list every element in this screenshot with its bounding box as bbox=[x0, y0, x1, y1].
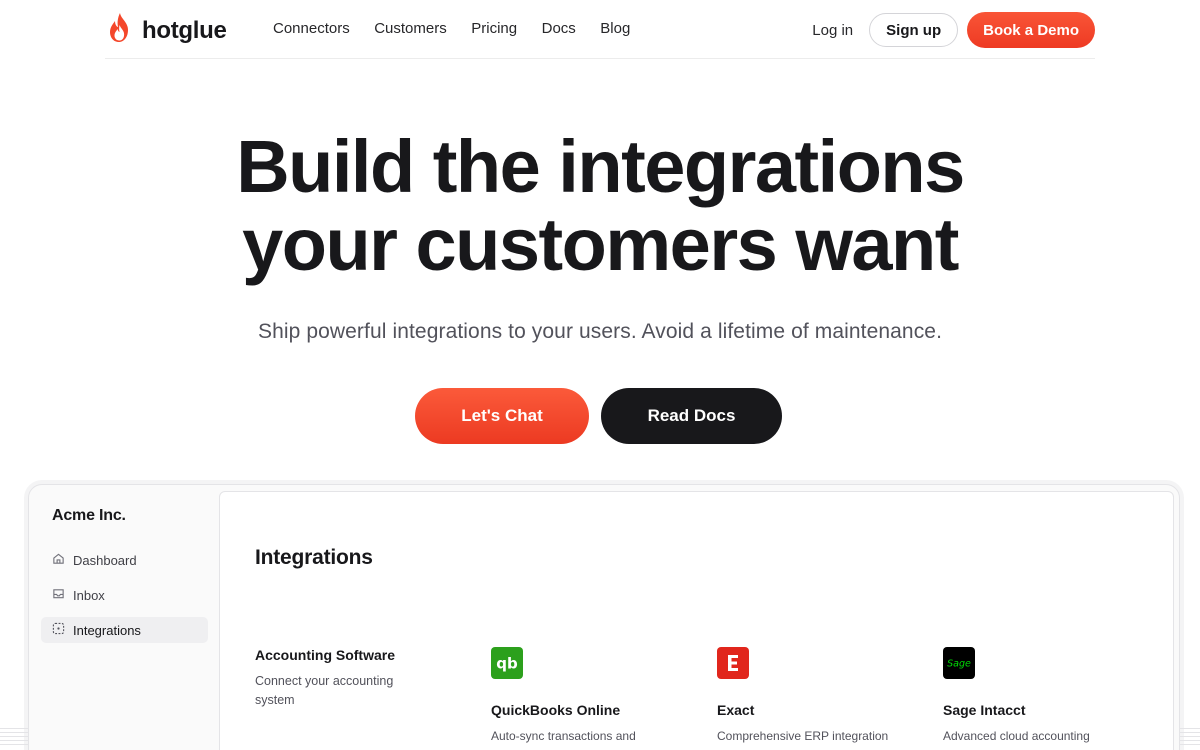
sage-icon: Sage bbox=[943, 647, 975, 679]
category-title: Accounting Software bbox=[255, 647, 396, 663]
integration-description: Advanced cloud accounting bbox=[943, 729, 1090, 743]
integration-card-quickbooks[interactable]: qb QuickBooks Online Auto-sync transacti… bbox=[491, 647, 691, 745]
login-link[interactable]: Log in bbox=[812, 22, 853, 39]
home-icon bbox=[52, 552, 73, 568]
flame-icon bbox=[107, 12, 133, 49]
hero-cta-group: Let's Chat Read Docs bbox=[415, 388, 782, 444]
sidebar-item-inbox[interactable]: Inbox bbox=[41, 582, 208, 608]
category-description: Connect your accounting system bbox=[255, 674, 394, 707]
integration-card-sage[interactable]: Sage Sage Intacct Advanced cloud account… bbox=[943, 647, 1143, 745]
svg-text:qb: qb bbox=[496, 655, 518, 673]
brand-name: hotglue bbox=[142, 16, 227, 44]
decorative-lines-right bbox=[1180, 728, 1200, 750]
sidebar-item-label: Dashboard bbox=[73, 552, 137, 568]
integrations-panel: Integrations Accounting Software Connect… bbox=[219, 491, 1174, 750]
integration-description: Comprehensive ERP integration bbox=[717, 729, 889, 743]
quickbooks-icon: qb bbox=[491, 647, 523, 679]
app-preview: Acme Inc. Dashboard Inbox Integrations I… bbox=[28, 484, 1180, 750]
nav-link-customers[interactable]: Customers bbox=[374, 20, 447, 37]
hero-title: Build the integrations your customers wa… bbox=[0, 128, 1200, 284]
signup-button[interactable]: Sign up bbox=[869, 13, 959, 47]
integration-name: Sage Intacct bbox=[943, 702, 1026, 718]
inbox-icon bbox=[52, 587, 73, 603]
book-demo-button[interactable]: Book a Demo bbox=[967, 12, 1095, 48]
nav-link-pricing[interactable]: Pricing bbox=[471, 20, 517, 37]
panel-title: Integrations bbox=[255, 546, 373, 569]
integrations-icon bbox=[52, 622, 73, 638]
sidebar-item-label: Inbox bbox=[73, 587, 105, 603]
integration-card-exact[interactable]: Exact Comprehensive ERP integration bbox=[717, 647, 917, 745]
read-docs-button[interactable]: Read Docs bbox=[601, 388, 782, 444]
brand-logo[interactable]: hotglue bbox=[107, 12, 227, 49]
nav-link-blog[interactable]: Blog bbox=[600, 20, 630, 37]
sidebar-item-integrations[interactable]: Integrations bbox=[41, 617, 208, 643]
hero-title-line-2: your customers want bbox=[242, 203, 959, 286]
hero-subtitle: Ship powerful integrations to your users… bbox=[257, 320, 943, 343]
nav-links: Connectors Customers Pricing Docs Blog bbox=[273, 20, 655, 37]
nav-actions: Log in Sign up Book a Demo bbox=[812, 12, 1095, 48]
lets-chat-button[interactable]: Let's Chat bbox=[415, 388, 589, 444]
svg-text:Sage: Sage bbox=[947, 659, 971, 670]
sidebar-item-label: Integrations bbox=[73, 622, 141, 638]
nav-link-connectors[interactable]: Connectors bbox=[273, 20, 350, 37]
sidebar-item-dashboard[interactable]: Dashboard bbox=[41, 547, 208, 573]
integration-description: Auto-sync transactions and bbox=[491, 729, 636, 743]
decorative-lines-left bbox=[0, 728, 28, 750]
integration-name: QuickBooks Online bbox=[491, 702, 621, 718]
integration-name: Exact bbox=[717, 702, 755, 718]
nav-link-docs[interactable]: Docs bbox=[542, 20, 576, 37]
hero-title-line-1: Build the integrations bbox=[236, 125, 965, 208]
exact-icon bbox=[717, 647, 749, 679]
company-name: Acme Inc. bbox=[52, 507, 126, 524]
top-navigation: hotglue Connectors Customers Pricing Doc… bbox=[105, 0, 1095, 59]
